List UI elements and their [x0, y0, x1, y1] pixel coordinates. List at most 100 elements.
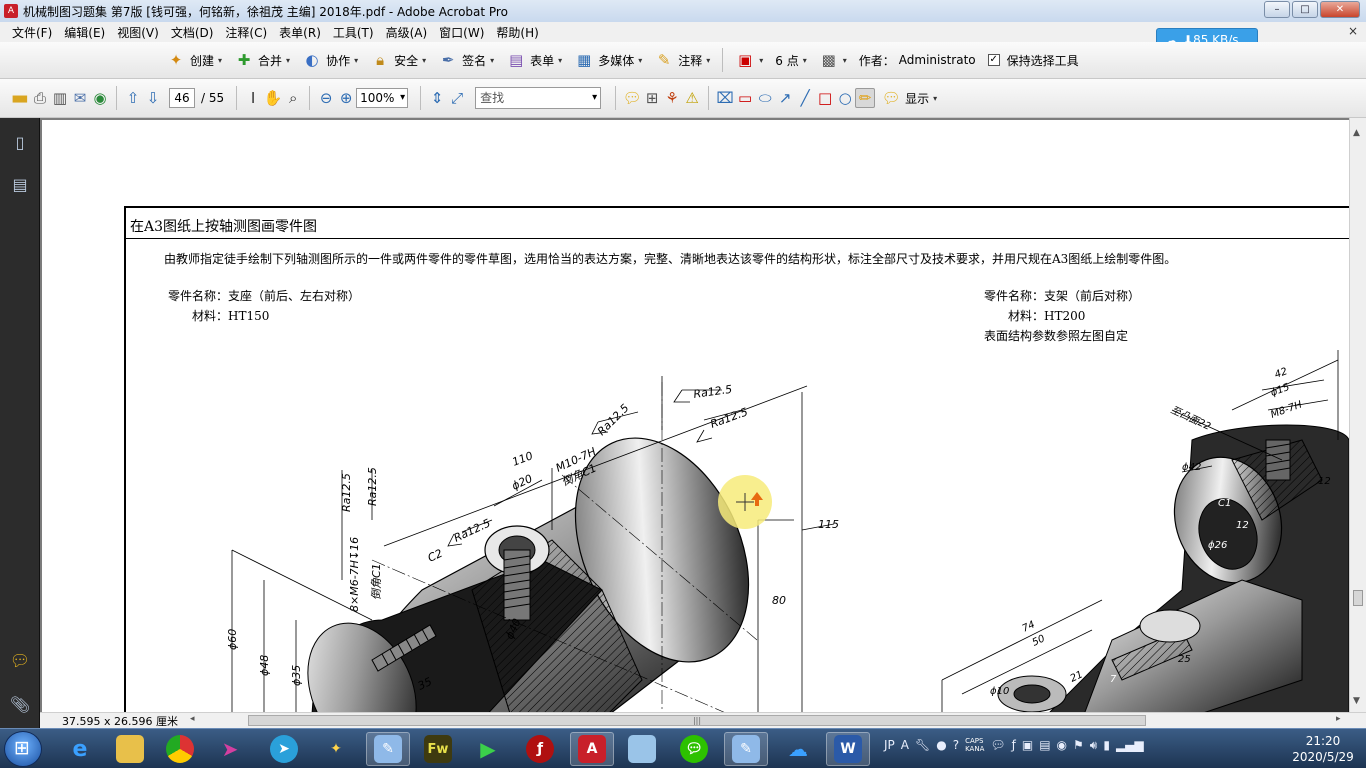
scroll-left-icon[interactable]: ◂	[190, 714, 195, 724]
author-field[interactable]: 作者： Administrato	[853, 46, 982, 74]
previous-page-icon[interactable]: ⇧	[123, 88, 143, 108]
taskbar-wechat[interactable]: 💬︎	[672, 732, 716, 766]
save-icon[interactable]: ▥	[50, 88, 70, 108]
zoom-in-icon[interactable]: ⊕	[336, 88, 356, 108]
collaborate-button[interactable]: ◐ 协作 ▾	[296, 46, 364, 74]
bookmarks-icon[interactable]: ▤	[9, 174, 31, 196]
text-box-icon[interactable]: ⚠	[682, 88, 702, 108]
network-icon[interactable]: ▂▄▆	[1116, 738, 1144, 752]
fit-page-icon[interactable]: ⤢	[447, 88, 467, 108]
forms-button[interactable]: ▤ 表单 ▾	[500, 46, 568, 74]
web-upload-icon[interactable]: ◉	[90, 88, 110, 108]
sticky-note-icon[interactable]: 💬︎	[622, 88, 642, 108]
keep-tool-checkbox[interactable]: ✓ 保持选择工具	[982, 46, 1085, 74]
menu-document[interactable]: 文档(D)	[165, 24, 220, 41]
multimedia-button[interactable]: ▦ 多媒体 ▾	[568, 46, 648, 74]
zoom-out-icon[interactable]: ⊖	[316, 88, 336, 108]
stamp-icon[interactable]: ⚘	[662, 88, 682, 108]
taskbar-chrome[interactable]	[158, 732, 202, 766]
close-button[interactable]: ✕	[1320, 1, 1360, 18]
menu-advanced[interactable]: 高级(A)	[380, 24, 434, 41]
ime-ball-icon[interactable]: ●	[936, 738, 946, 752]
taskbar-kingsoft[interactable]: ✦	[314, 732, 358, 766]
line-weight-dropdown[interactable]: 6 点 ▾	[769, 46, 812, 74]
taskbar-fireworks[interactable]: Fw	[416, 732, 460, 766]
line-tool-icon[interactable]: ╱	[795, 88, 815, 108]
menu-tools[interactable]: 工具(T)	[327, 24, 380, 41]
menu-comments[interactable]: 注释(C)	[219, 24, 273, 41]
vertical-scrollbar[interactable]: ▲ ▼	[1349, 118, 1366, 712]
app-tray-icon[interactable]: ▤	[1039, 738, 1050, 752]
oval-tool-icon[interactable]: ○	[835, 88, 855, 108]
next-page-icon[interactable]: ⇩	[143, 88, 163, 108]
show-button[interactable]: 💬︎ 显示 ▾	[875, 84, 943, 112]
taskbar-ie[interactable]: e	[58, 732, 102, 766]
rectangle-tool-icon[interactable]: □	[815, 88, 835, 108]
taskbar-paint[interactable]: ✎	[366, 732, 410, 766]
find-input[interactable]: 查找	[475, 87, 602, 109]
flag-tray-icon[interactable]: ⚑	[1073, 738, 1084, 752]
flash-tray-icon[interactable]: ƒ	[1012, 738, 1016, 752]
email-icon[interactable]: ✉	[70, 88, 90, 108]
scroll-right-icon[interactable]: ▸	[1336, 714, 1341, 724]
taskbar-flash[interactable]: ƒ	[518, 732, 562, 766]
combine-button[interactable]: ✚ 合并 ▾	[228, 46, 296, 74]
comments-icon[interactable]: 💬︎	[9, 650, 31, 672]
select-text-icon[interactable]: I	[243, 88, 263, 108]
create-button[interactable]: ✦ 创建 ▾	[160, 46, 228, 74]
taskbar-telegram[interactable]: ➤	[262, 732, 306, 766]
comment-button[interactable]: ✎ 注释 ▾	[648, 46, 716, 74]
document-view[interactable]: 在A3图纸上按轴测图画零件图 由教师指定徒手绘制下列轴测图所示的一件或两件零件的…	[40, 118, 1349, 712]
minimize-button[interactable]: –	[1264, 1, 1290, 18]
taskbar-player[interactable]: ▶	[466, 732, 510, 766]
zoom-tool-icon[interactable]: ⌕	[283, 88, 303, 108]
secure-button[interactable]: 🔒︎ 安全 ▾	[364, 46, 432, 74]
system-clock[interactable]: 21:20 2020/5/29	[1280, 733, 1366, 765]
menu-window[interactable]: 窗口(W)	[433, 24, 490, 41]
hand-tool-icon[interactable]: ✋	[263, 88, 283, 108]
menu-edit[interactable]: 编辑(E)	[58, 24, 111, 41]
horizontal-scroll-thumb[interactable]: |||	[248, 715, 1146, 726]
fit-width-icon[interactable]: ⇕	[427, 88, 447, 108]
opacity-button[interactable]: ▩ ▾	[813, 46, 853, 74]
border-color-button[interactable]: ▣ ▾	[729, 46, 769, 74]
text-box-tool-icon[interactable]: ▭	[735, 88, 755, 108]
cloud-shape-icon[interactable]: ⬭	[755, 88, 775, 108]
page-number-input[interactable]: 46	[169, 88, 195, 108]
arrow-tool-icon[interactable]: ↗	[775, 88, 795, 108]
attachments-icon[interactable]: 📎︎	[9, 694, 31, 716]
taskbar-send[interactable]: ➤	[208, 732, 252, 766]
pages-icon[interactable]: ▯	[9, 132, 31, 154]
language-indicator[interactable]: JP	[884, 738, 895, 752]
zoom-level-select[interactable]: 100%	[356, 88, 409, 108]
ime-a-icon[interactable]: A	[901, 738, 909, 752]
menu-view[interactable]: 视图(V)	[111, 24, 165, 41]
close-document-button[interactable]: ×	[1348, 24, 1358, 38]
volume-icon[interactable]: 🔊︎	[1090, 738, 1098, 753]
scroll-down-icon[interactable]: ▼	[1353, 696, 1360, 706]
pencil-tool-icon[interactable]: ✏	[855, 88, 876, 108]
vertical-scroll-thumb[interactable]	[1353, 590, 1363, 606]
callout-icon[interactable]: ⌧	[715, 88, 735, 108]
wrench-icon[interactable]: 🔧︎	[915, 738, 930, 752]
taskbar-explorer[interactable]	[108, 732, 152, 766]
sign-button[interactable]: ✒ 签名 ▾	[432, 46, 500, 74]
taskbar-acrobat[interactable]: A	[570, 732, 614, 766]
taskbar-paint-2[interactable]: ✎	[724, 732, 768, 766]
text-edit-icon[interactable]: ⊞	[642, 88, 662, 108]
taskbar-baidu[interactable]: ☁	[776, 732, 820, 766]
battery-icon[interactable]: ▮	[1103, 738, 1110, 752]
maximize-button[interactable]: □	[1292, 1, 1318, 18]
help-icon[interactable]: ?	[953, 738, 959, 752]
paint-tray-icon[interactable]: ▣	[1022, 738, 1033, 752]
taskbar-word[interactable]: W	[826, 732, 870, 766]
scroll-up-icon[interactable]: ▲	[1353, 128, 1360, 138]
menu-help[interactable]: 帮助(H)	[490, 24, 544, 41]
open-folder-icon[interactable]: ▬	[10, 87, 30, 109]
wechat-tray-icon[interactable]: 💬︎	[990, 738, 1005, 752]
qq-tray-icon[interactable]: ◉	[1057, 738, 1067, 752]
menu-forms[interactable]: 表单(R)	[273, 24, 327, 41]
start-button[interactable]	[4, 731, 42, 767]
print-icon[interactable]: ⎙	[30, 88, 50, 108]
taskbar-doc[interactable]	[620, 732, 664, 766]
